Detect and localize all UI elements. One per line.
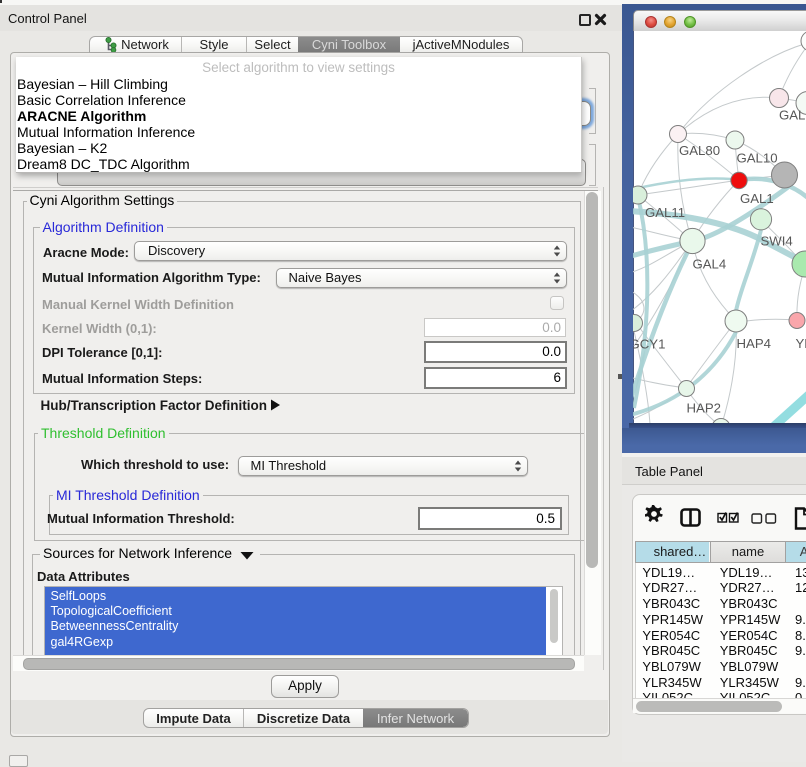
svg-text:GAL1: GAL1 [740,191,774,206]
svg-text:HAP4: HAP4 [737,336,771,351]
svg-text:SWI4: SWI4 [761,234,793,249]
svg-text:GAL80: GAL80 [679,143,720,158]
svg-text:YB: YB [796,336,806,351]
svg-text:GCY1: GCY1 [633,337,665,352]
svg-text:GAL2: GAL2 [779,108,806,123]
svg-text:HAP2: HAP2 [687,401,721,416]
svg-text:GAL4: GAL4 [693,257,727,272]
svg-text:GAL11: GAL11 [645,205,685,220]
svg-text:GAL10: GAL10 [737,151,778,166]
